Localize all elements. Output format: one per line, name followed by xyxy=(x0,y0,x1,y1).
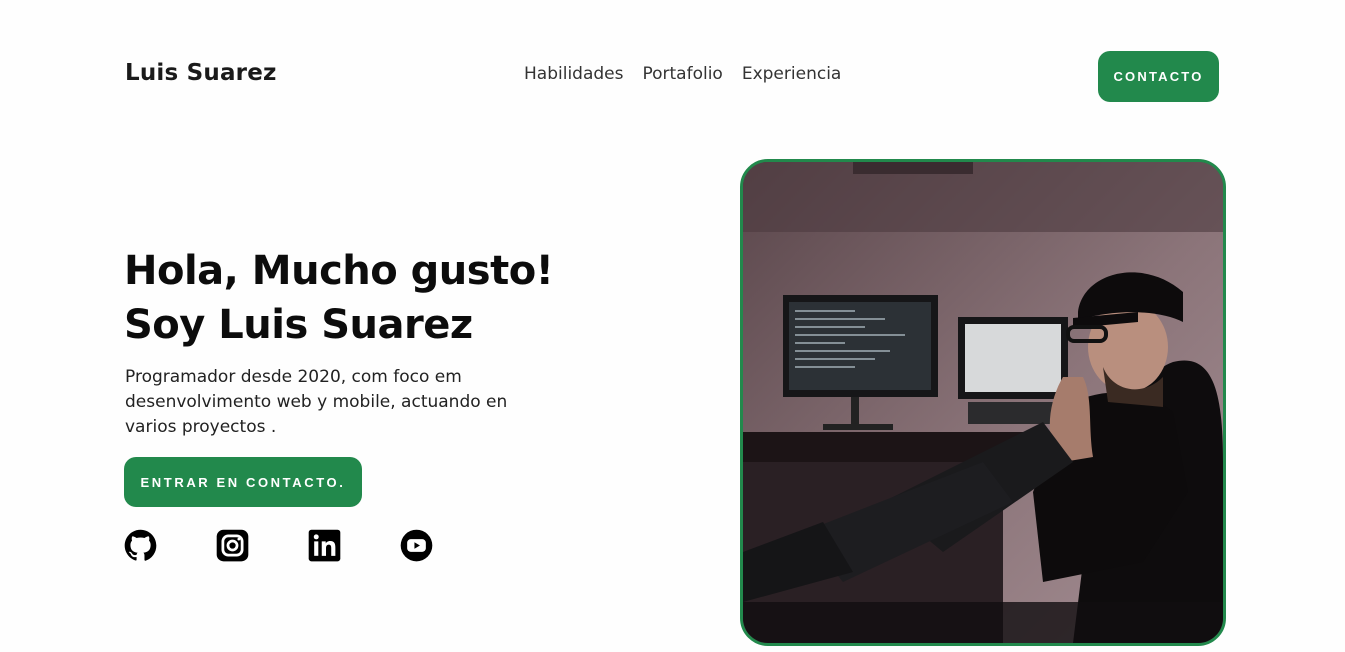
site-logo[interactable]: Luis Suarez xyxy=(125,60,277,86)
hero-title-line-1: Hola, Mucho gusto! xyxy=(124,248,554,294)
social-links xyxy=(124,529,433,562)
hero-description: Programador desde 2020, com foco em dese… xyxy=(125,367,508,437)
hero-title-line-2: Soy Luis Suarez xyxy=(124,302,473,348)
linkedin-icon[interactable] xyxy=(308,529,341,562)
youtube-icon[interactable] xyxy=(400,529,433,562)
github-icon[interactable] xyxy=(124,529,157,562)
main-nav: Habilidades Portafolio Experiencia xyxy=(524,64,841,84)
profile-photo xyxy=(740,159,1226,646)
hero-title: Hola, Mucho gusto! Soy Luis Suarez xyxy=(124,244,554,352)
nav-link-experiencia[interactable]: Experiencia xyxy=(742,64,842,84)
nav-link-habilidades[interactable]: Habilidades xyxy=(524,64,623,84)
instagram-icon[interactable] xyxy=(216,529,249,562)
photo-illustration xyxy=(743,162,1223,643)
contact-button[interactable]: CONTACTO xyxy=(1098,51,1219,102)
get-in-touch-button[interactable]: ENTRAR EN CONTACTO. xyxy=(124,457,362,507)
nav-link-portafolio[interactable]: Portafolio xyxy=(642,64,722,84)
